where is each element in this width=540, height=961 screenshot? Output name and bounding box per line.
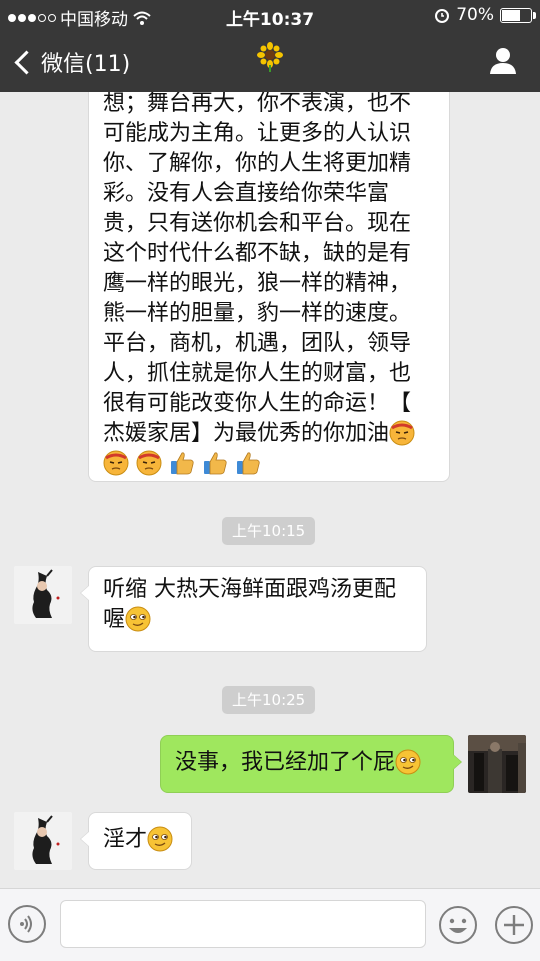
input-bar (0, 888, 540, 961)
avatar[interactable] (14, 812, 72, 870)
my-avatar[interactable] (468, 735, 526, 793)
status-bar: 中国移动 上午10:37 70% (0, 0, 540, 30)
voice-icon[interactable] (8, 905, 46, 943)
message-text: 听缩 大热天海鲜面跟鸡汤更配 喔 (103, 577, 396, 632)
message-bubble[interactable]: 淫才 (80, 812, 192, 870)
user-icon[interactable] (488, 45, 518, 75)
message-text: 想；舞台再大，你不表演，也不 可能成为主角。让更多的人认识 你、了解你，你的人生… (103, 92, 435, 479)
smirk-face-icon (395, 749, 421, 775)
status-right-group: 70% (434, 5, 536, 25)
avatar[interactable] (14, 566, 72, 624)
message-text: 淫才 (103, 827, 148, 852)
message-text: 没事，我已经加了个屁 (175, 750, 396, 775)
nav-bar: 微信(11) (0, 30, 540, 92)
thumbs-up-icon (169, 450, 195, 476)
message-bubble[interactable]: 想；舞台再大，你不表演，也不 可能成为主角。让更多的人认识 你、了解你，你的人生… (88, 92, 450, 482)
smirk-face-icon (147, 826, 173, 852)
angry-face-icon (389, 420, 415, 446)
angry-face-icon (136, 450, 162, 476)
battery-percent: 70% (456, 5, 494, 25)
thumbs-up-icon (202, 450, 228, 476)
thumbs-up-icon (235, 450, 261, 476)
message-input[interactable] (60, 900, 426, 948)
chat-area[interactable]: 想；舞台再大，你不表演，也不 可能成为主角。让更多的人认识 你、了解你，你的人生… (0, 92, 540, 888)
alarm-icon (435, 9, 450, 23)
sunflower-icon (0, 42, 540, 79)
message-bubble[interactable]: 没事，我已经加了个屁 (160, 735, 462, 793)
plus-icon[interactable] (494, 905, 534, 945)
timestamp: 上午10:25 (222, 686, 316, 714)
angry-face-icon (103, 450, 129, 476)
emoji-icon[interactable] (438, 905, 478, 945)
message-bubble[interactable]: 听缩 大热天海鲜面跟鸡汤更配 喔 (80, 566, 427, 652)
smirk-face-icon (125, 606, 151, 632)
battery-icon (500, 7, 536, 23)
timestamp: 上午10:15 (222, 517, 316, 545)
